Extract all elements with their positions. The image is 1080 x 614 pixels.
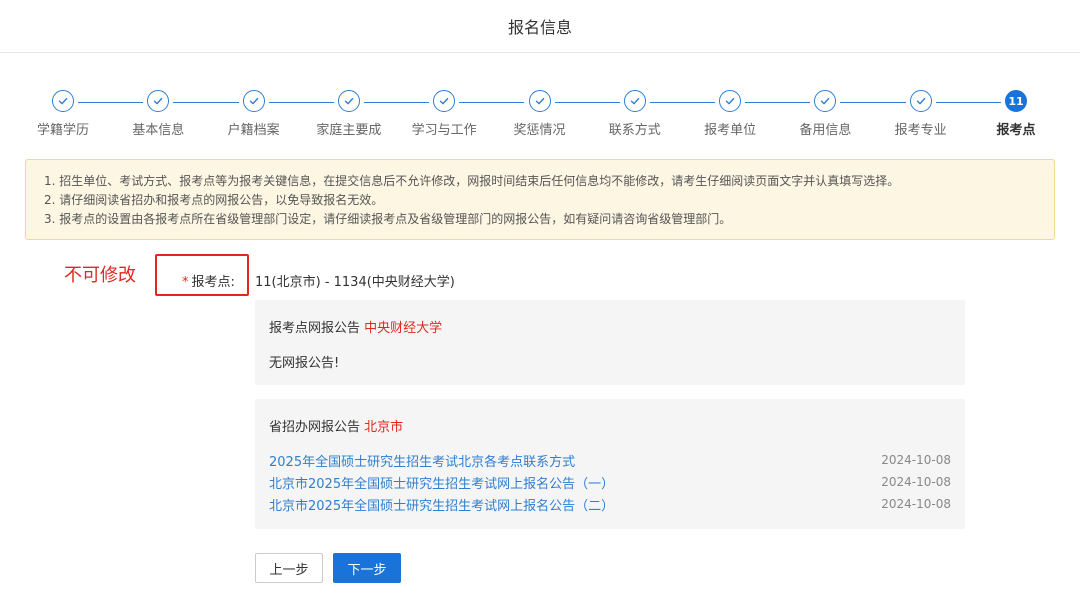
notice-list-item: 北京市2025年全国硕士研究生招生考试网上报名公告（二） 2024-10-08 (269, 494, 951, 514)
notice-link[interactable]: 北京市2025年全国硕士研究生招生考试网上报名公告（一） (269, 473, 614, 492)
check-icon (433, 90, 456, 112)
step-label: 学习与工作 (411, 123, 477, 138)
step-progress: 学籍学历 基本信息 户籍档案 家庭主要成 学习与工作 奖惩情况 联系方式 报考单位 备用信息 报考… (0, 88, 1080, 138)
notice-line-1: 1. 招生单位、考试方式、报考点等为报考关键信息，在提交信息后不允许修改，网报时… (44, 174, 900, 188)
exam-site-label-text: 报考点: (191, 275, 235, 290)
check-icon (242, 90, 265, 112)
page-header: 报名信息 (0, 0, 1080, 53)
step-label: 联系方式 (608, 123, 661, 138)
notice-link[interactable]: 北京市2025年全国硕士研究生招生考试网上报名公告（二） (269, 495, 614, 514)
province-notice-panel: 省招办网报公告 北京市 2025年全国硕士研究生招生考试北京各考点联系方式 20… (255, 399, 965, 529)
step-item[interactable]: 报考专业 (876, 90, 966, 138)
step-item[interactable]: 基本信息 (113, 90, 203, 138)
province-notice-org: 北京市 (364, 420, 404, 435)
site-notice-title: 报考点网报公告 中央财经大学 (269, 317, 442, 336)
step-item[interactable]: 家庭主要成 (304, 90, 394, 138)
step-label: 学籍学历 (36, 123, 89, 138)
page-title: 报名信息 (507, 18, 572, 37)
check-icon (814, 90, 837, 112)
step-label: 报考点 (996, 123, 1036, 138)
check-icon (52, 90, 74, 112)
province-notice-title: 省招办网报公告 北京市 (269, 416, 403, 435)
site-notice-body: 无网报公告! (269, 356, 340, 371)
prev-step-button[interactable]: 上一步 (255, 553, 323, 583)
notice-link[interactable]: 2025年全国硕士研究生招生考试北京各考点联系方式 (269, 451, 575, 470)
step-item[interactable]: 联系方式 (590, 90, 680, 138)
check-icon (623, 90, 646, 112)
check-icon (147, 90, 170, 112)
step-label: 备用信息 (799, 123, 852, 138)
site-notice-org: 中央财经大学 (364, 321, 443, 336)
annotation-text: 不可修改 (64, 265, 136, 286)
check-icon (719, 90, 742, 112)
exam-site-value: 11(北京市) - 1134(中央财经大学) (255, 275, 455, 290)
required-mark: * (182, 275, 189, 290)
step-item[interactable]: 学籍学历 (18, 90, 108, 138)
notice-line-3: 3. 报考点的设置由各报考点所在省级管理部门设定，请仔细读报考点及省级管理部门的… (44, 212, 732, 226)
step-label: 报考专业 (894, 123, 947, 138)
notice-date: 2024-10-08 (881, 497, 951, 511)
step-label: 户籍档案 (227, 123, 280, 138)
step-item[interactable]: 报考单位 (685, 90, 775, 138)
step-label: 家庭主要成 (316, 123, 382, 138)
notice-line-2: 2. 请仔细阅读省招办和报考点的网报公告，以免导致报名无效。 (44, 193, 384, 207)
step-item[interactable]: 11 报考点 (971, 90, 1061, 138)
step-label: 基本信息 (132, 123, 185, 138)
step-item[interactable]: 学习与工作 (399, 90, 489, 138)
notice-list-item: 北京市2025年全国硕士研究生招生考试网上报名公告（一） 2024-10-08 (269, 472, 951, 492)
step-item[interactable]: 户籍档案 (209, 90, 299, 138)
step-number: 11 (1005, 90, 1027, 112)
notice-date: 2024-10-08 (881, 475, 951, 489)
step-label: 报考单位 (704, 123, 757, 138)
check-icon (909, 90, 932, 112)
notice-list-item: 2025年全国硕士研究生招生考试北京各考点联系方式 2024-10-08 (269, 450, 951, 470)
notice-box: 1. 招生单位、考试方式、报考点等为报考关键信息，在提交信息后不允许修改，网报时… (25, 159, 1055, 240)
province-notice-title-text: 省招办网报公告 (269, 420, 361, 435)
site-notice-title-text: 报考点网报公告 (269, 321, 361, 336)
check-icon (528, 90, 551, 112)
site-notice-panel: 报考点网报公告 中央财经大学 无网报公告! (255, 300, 965, 385)
notice-date: 2024-10-08 (881, 453, 951, 467)
step-item[interactable]: 奖惩情况 (495, 90, 585, 138)
step-item[interactable]: 备用信息 (780, 90, 870, 138)
exam-site-label: * 报考点: (182, 271, 235, 290)
step-label: 奖惩情况 (513, 123, 566, 138)
check-icon (337, 90, 360, 112)
next-step-button[interactable]: 下一步 (333, 553, 401, 583)
